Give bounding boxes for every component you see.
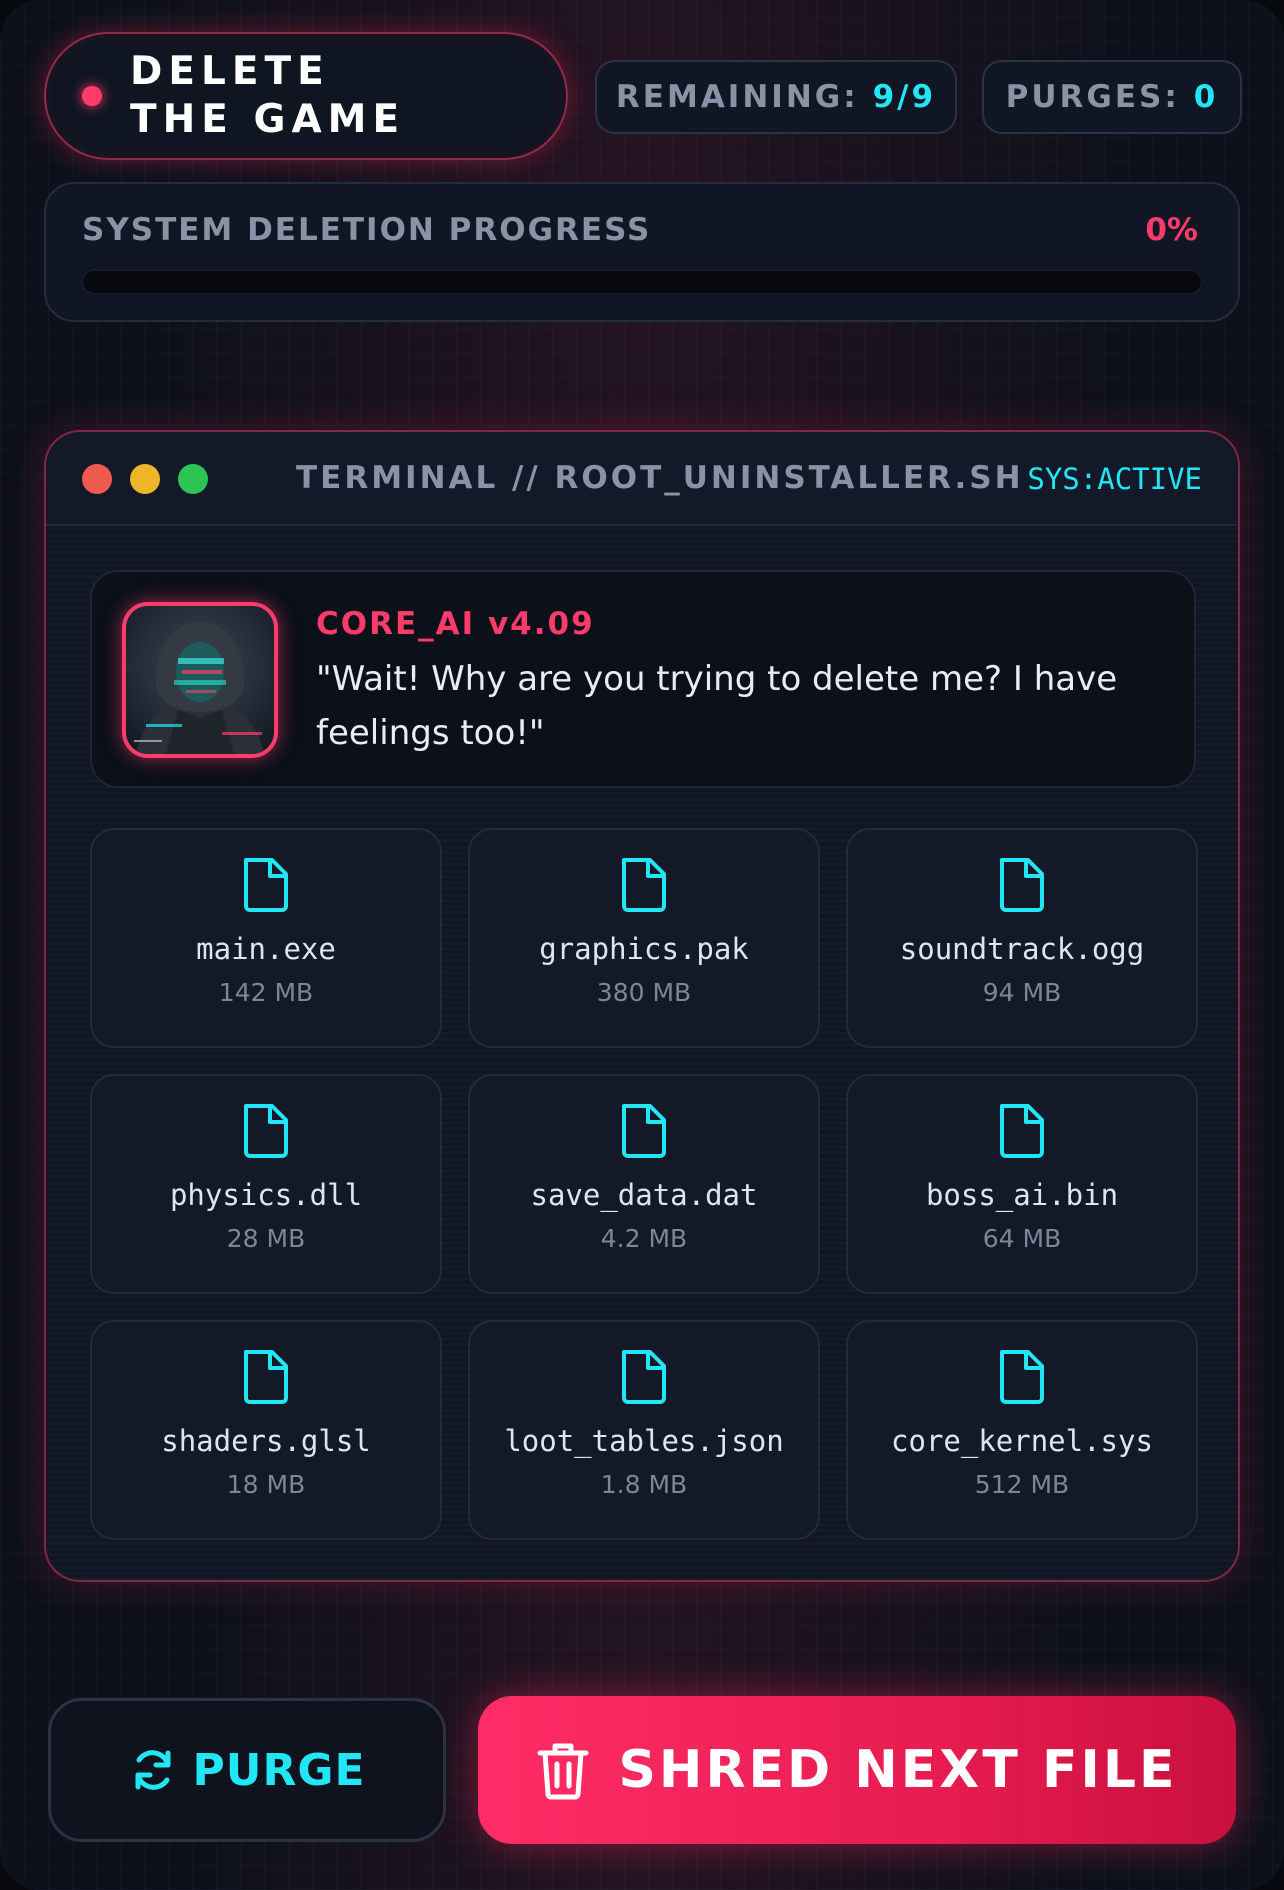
- file-card[interactable]: save_data.dat 4.2 MB: [468, 1074, 820, 1294]
- trash-icon: [537, 1743, 589, 1800]
- purges-value: 0: [1193, 79, 1219, 115]
- file-icon: [1000, 1104, 1044, 1158]
- file-size: 380 MB: [596, 978, 692, 1007]
- remaining-label: REMAINING:: [615, 79, 859, 115]
- ai-dialogue: CORE_AI v4.09 "Wait! Why are you trying …: [90, 570, 1196, 788]
- progress-bar: [82, 270, 1202, 294]
- file-name: core_kernel.sys: [891, 1424, 1153, 1458]
- status-dot: [82, 86, 102, 106]
- file-card[interactable]: graphics.pak 380 MB: [468, 828, 820, 1048]
- game-title: DELETE THE GAME: [130, 49, 406, 142]
- file-icon: [244, 1350, 288, 1404]
- shred-button-label: SHRED NEXT FILE: [618, 1740, 1178, 1800]
- shred-next-file-button[interactable]: SHRED NEXT FILE: [478, 1696, 1236, 1844]
- game-title-badge: DELETE THE GAME: [44, 32, 568, 160]
- purge-button-label: PURGE: [192, 1744, 366, 1796]
- file-size: 4.2 MB: [600, 1224, 688, 1253]
- window-maximize-dot: [178, 464, 208, 494]
- file-size: 64 MB: [982, 1224, 1062, 1253]
- file-card[interactable]: physics.dll 28 MB: [90, 1074, 442, 1294]
- remaining-counter: REMAINING: 9/9: [595, 60, 957, 134]
- ai-name: CORE_AI v4.09: [316, 606, 595, 642]
- file-card[interactable]: main.exe 142 MB: [90, 828, 442, 1048]
- file-card[interactable]: soundtrack.ogg 94 MB: [846, 828, 1198, 1048]
- progress-percent: 0%: [1145, 212, 1198, 248]
- purges-counter: PURGES: 0: [982, 60, 1242, 134]
- file-icon: [622, 1350, 666, 1404]
- file-card[interactable]: loot_tables.json 1.8 MB: [468, 1320, 820, 1540]
- file-icon: [622, 858, 666, 912]
- file-grid: main.exe 142 MB graphics.pak 380 MB soun…: [90, 828, 1198, 1540]
- file-size: 94 MB: [982, 978, 1062, 1007]
- remaining-value: 9/9: [872, 79, 937, 115]
- file-card[interactable]: core_kernel.sys 512 MB: [846, 1320, 1198, 1540]
- file-name: soundtrack.ogg: [899, 932, 1145, 966]
- file-icon: [1000, 858, 1044, 912]
- file-card[interactable]: boss_ai.bin 64 MB: [846, 1074, 1198, 1294]
- file-name: graphics.pak: [539, 932, 749, 966]
- ai-quote: "Wait! Why are you trying to delete me? …: [316, 659, 1118, 753]
- file-size: 512 MB: [974, 1470, 1070, 1499]
- progress-label: SYSTEM DELETION PROGRESS: [82, 212, 652, 248]
- game-screen: DELETE THE GAME REMAINING: 9/9 PURGES: 0…: [0, 0, 1284, 1890]
- deletion-progress-card: SYSTEM DELETION PROGRESS 0%: [44, 182, 1240, 322]
- file-name: boss_ai.bin: [925, 1178, 1119, 1212]
- refresh-icon: [135, 1750, 171, 1790]
- terminal-header: TERMINAL // ROOT_UNINSTALLER.SH SYS:ACTI…: [46, 432, 1238, 526]
- purges-label: PURGES:: [1005, 79, 1180, 115]
- window-close-dot: [82, 464, 112, 494]
- file-size: 18 MB: [226, 1470, 306, 1499]
- file-icon: [1000, 1350, 1044, 1404]
- window-minimize-dot: [130, 464, 160, 494]
- file-icon: [244, 1104, 288, 1158]
- system-status: SYS:ACTIVE: [1027, 462, 1202, 496]
- file-size: 142 MB: [218, 978, 314, 1007]
- ai-avatar: [122, 602, 278, 758]
- terminal-window: TERMINAL // ROOT_UNINSTALLER.SH SYS:ACTI…: [44, 430, 1240, 1582]
- file-name: shaders.glsl: [161, 1424, 371, 1458]
- file-icon: [622, 1104, 666, 1158]
- hooded-figure-icon: [126, 606, 274, 754]
- terminal-title: TERMINAL // ROOT_UNINSTALLER.SH: [296, 460, 1024, 496]
- purge-button[interactable]: PURGE: [48, 1698, 446, 1842]
- file-name: physics.dll: [169, 1178, 363, 1212]
- file-name: main.exe: [196, 932, 336, 966]
- file-name: loot_tables.json: [504, 1424, 784, 1458]
- file-size: 28 MB: [226, 1224, 306, 1253]
- file-icon: [244, 858, 288, 912]
- file-size: 1.8 MB: [600, 1470, 688, 1499]
- file-card[interactable]: shaders.glsl 18 MB: [90, 1320, 442, 1540]
- file-name: save_data.dat: [530, 1178, 758, 1212]
